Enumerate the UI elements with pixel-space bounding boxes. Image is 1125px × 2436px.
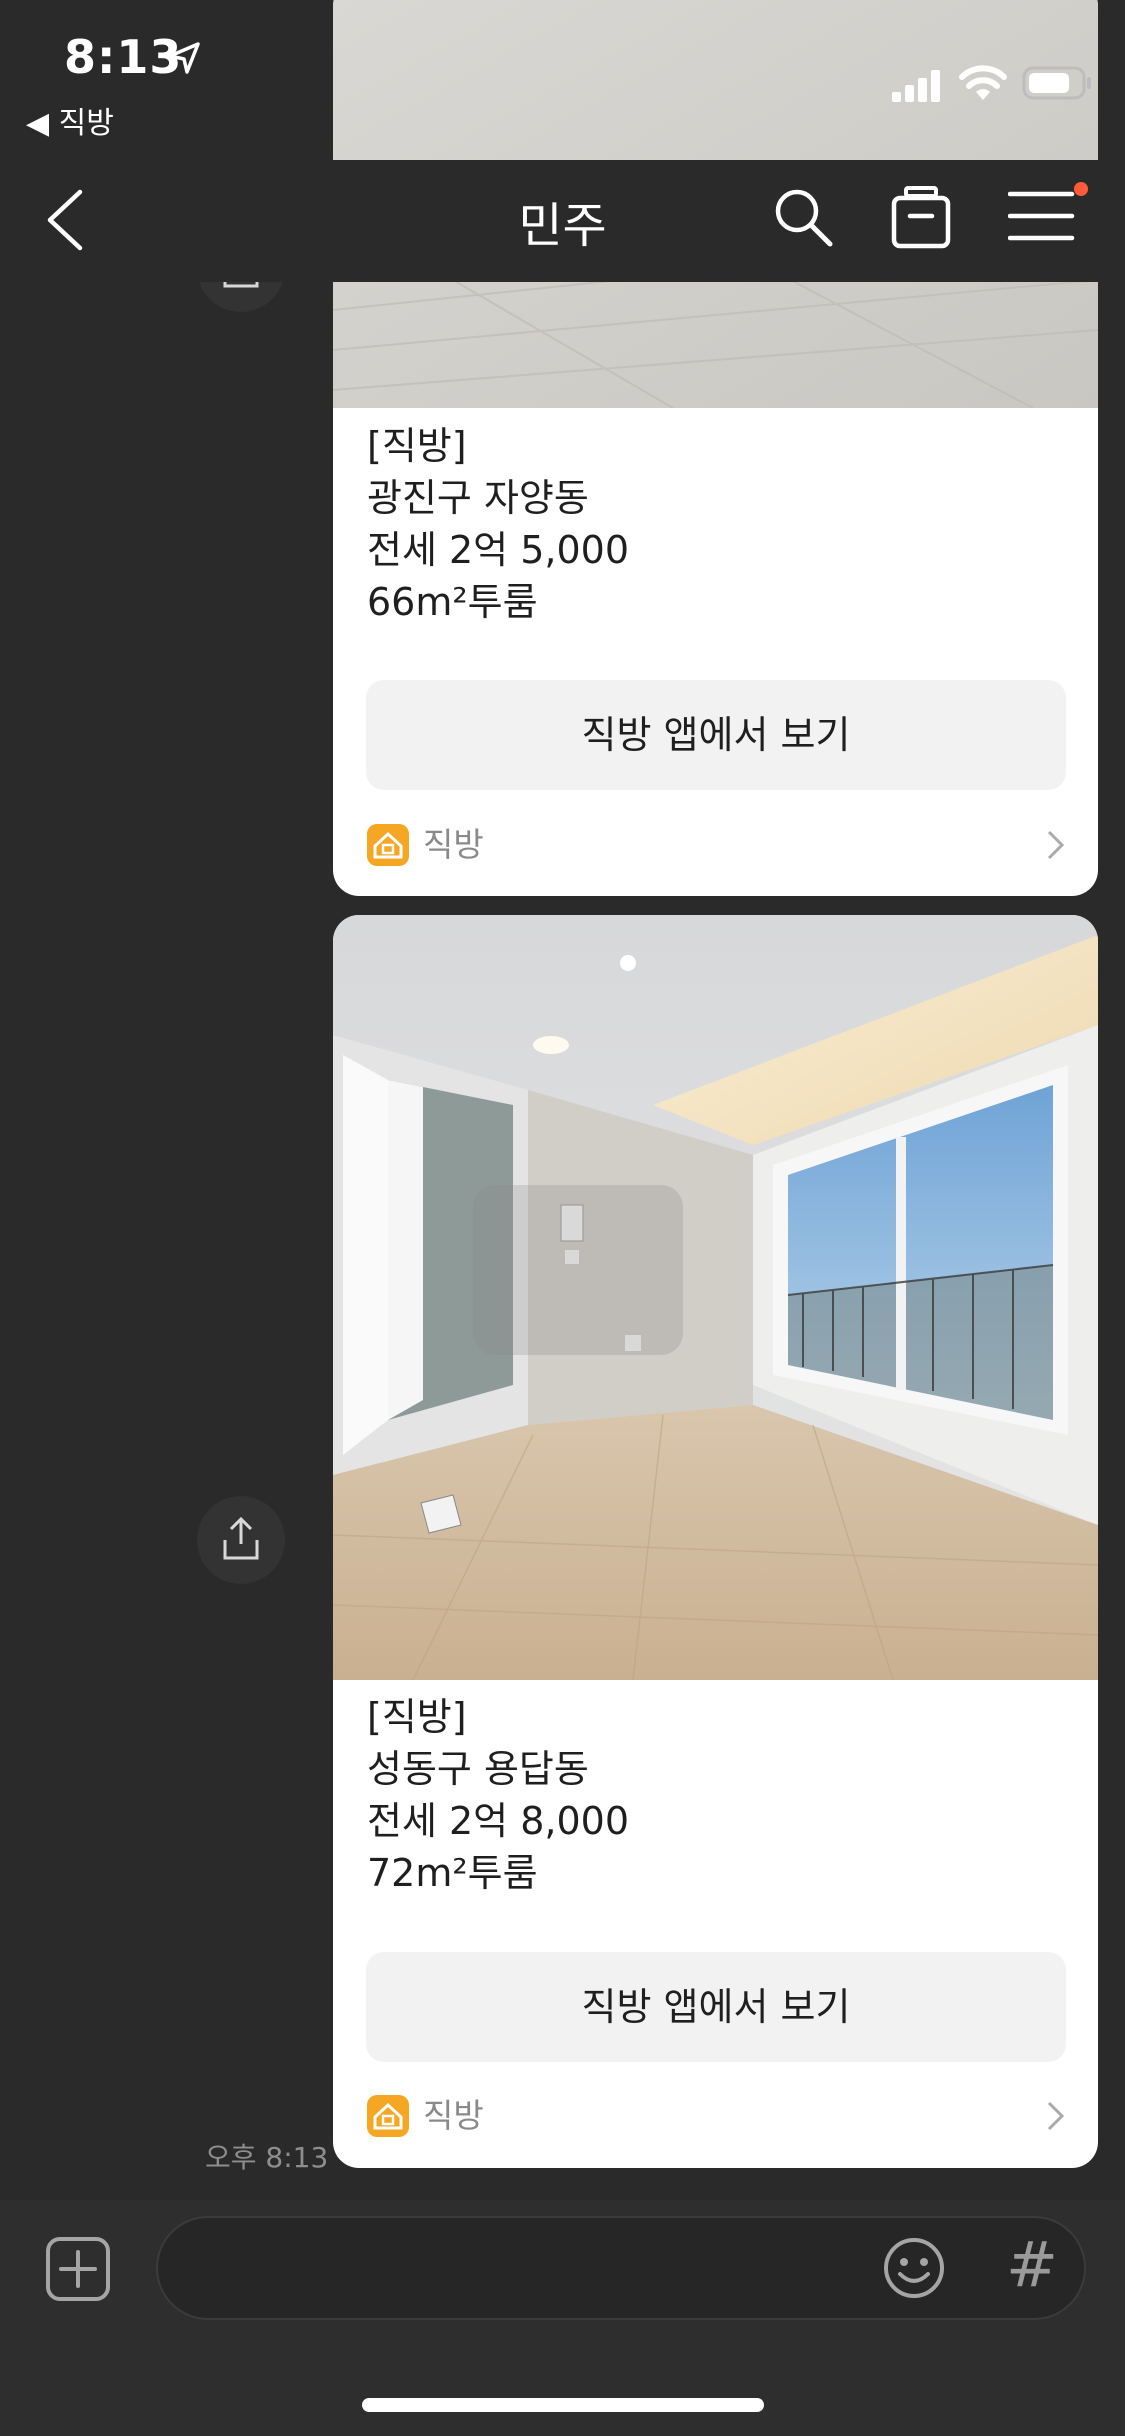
- open-in-app-button[interactable]: 직방 앱에서 보기: [366, 680, 1066, 790]
- share-button[interactable]: [197, 1496, 285, 1584]
- status-bar: 8:13 ◀ 직방: [0, 0, 1125, 160]
- chat-area[interactable]: [직방] 광진구 자양동 전세 2억 5,000 66m²투룸 직방 앱에서 보…: [0, 0, 1125, 2200]
- zigbang-logo-icon: [367, 824, 409, 866]
- listing-text: [직방] 성동구 용답동 전세 2억 8,000 72m²투룸: [367, 1691, 629, 1899]
- app-name: 직방: [423, 825, 484, 864]
- search-icon[interactable]: [772, 186, 834, 248]
- wifi-icon: [959, 65, 1007, 100]
- hashtag-search-button[interactable]: #: [1006, 2228, 1058, 2301]
- menu-icon[interactable]: [1008, 188, 1078, 244]
- card-footer[interactable]: 직방: [367, 2095, 1067, 2139]
- listing-source: [직방]: [367, 424, 467, 468]
- share-icon: [223, 1516, 259, 1560]
- chat-title: 민주: [518, 198, 607, 254]
- listing-area: 72m²투룸: [367, 1851, 538, 1895]
- emoji-icon[interactable]: [882, 2236, 946, 2300]
- home-indicator[interactable]: [362, 2398, 764, 2412]
- listing-source: [직방]: [367, 1695, 467, 1739]
- chat-drawer-icon[interactable]: [890, 184, 952, 250]
- chat-header: 민주: [0, 160, 1125, 282]
- listing-location: 광진구 자양동: [367, 476, 589, 520]
- room-photo[interactable]: [333, 915, 1098, 1680]
- listing-price: 전세 2억 5,000: [367, 528, 630, 572]
- listing-area: 66m²투룸: [367, 580, 538, 624]
- location-arrow-icon: [168, 42, 200, 74]
- message-timestamp: 오후 8:13: [205, 2141, 329, 2174]
- chevron-right-icon: [1047, 830, 1065, 860]
- battery-icon: [1022, 66, 1091, 100]
- shared-listing-card[interactable]: [직방] 성동구 용답동 전세 2억 8,000 72m²투룸 직방 앱에서 보…: [333, 915, 1098, 2168]
- back-to-app-link[interactable]: ◀ 직방: [26, 98, 114, 142]
- card-footer[interactable]: 직방: [367, 824, 1067, 868]
- listing-price: 전세 2억 8,000: [367, 1799, 630, 1843]
- listing-location: 성동구 용답동: [367, 1747, 589, 1791]
- cellular-signal-icon: [892, 70, 940, 102]
- chevron-right-icon: [1047, 2101, 1065, 2131]
- app-name: 직방: [423, 2096, 484, 2135]
- status-time: 8:13: [64, 30, 183, 84]
- message-input[interactable]: [156, 2216, 1086, 2320]
- notification-dot: [1074, 182, 1088, 196]
- add-attachment-icon[interactable]: [45, 2236, 111, 2302]
- open-in-app-button[interactable]: 직방 앱에서 보기: [366, 1952, 1066, 2062]
- zigbang-logo-icon: [367, 2095, 409, 2137]
- listing-text: [직방] 광진구 자양동 전세 2억 5,000 66m²투룸: [367, 420, 629, 628]
